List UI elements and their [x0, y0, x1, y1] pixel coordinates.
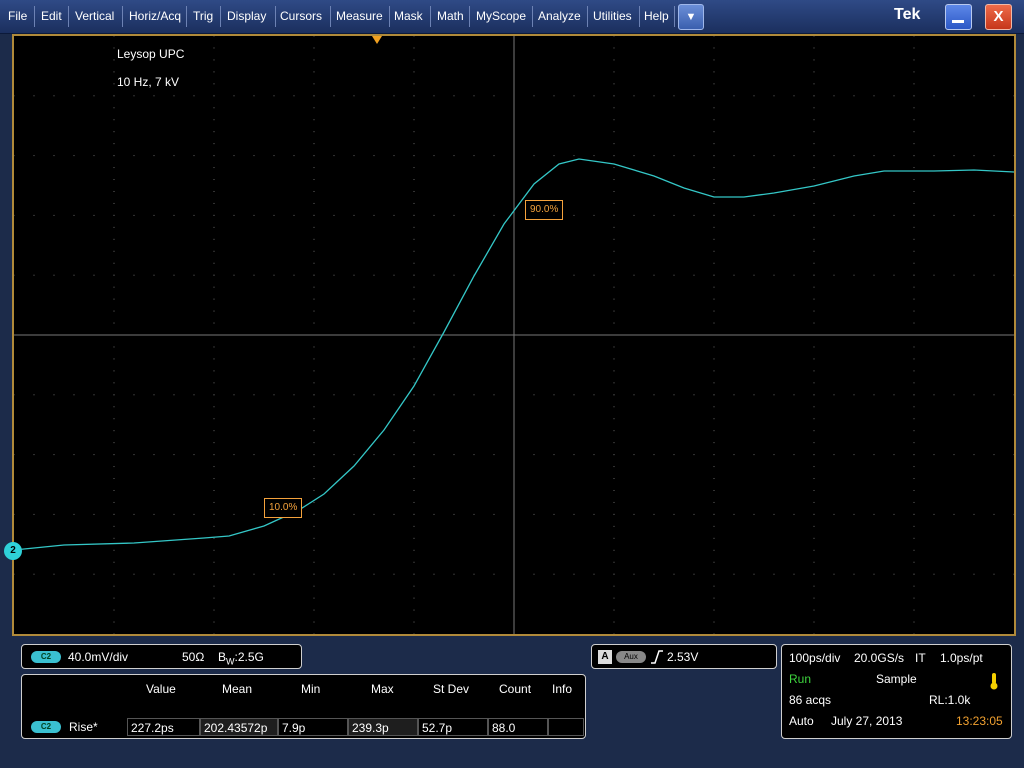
- chevron-down-icon: ▼: [685, 11, 697, 23]
- menu-separator: [186, 6, 187, 27]
- trigger-position-marker[interactable]: [372, 36, 382, 44]
- bandwidth-value: :2.5G: [234, 650, 264, 664]
- close-icon: X: [993, 8, 1004, 25]
- channel-panel[interactable]: C2 40.0mV/div 50Ω BW:2.5G: [21, 644, 302, 669]
- col-header-min: Min: [301, 682, 321, 696]
- menu-utilities[interactable]: Utilities: [588, 0, 637, 33]
- menu-bar: File Edit Vertical Horiz/Acq Trig Displa…: [0, 0, 1024, 34]
- menu-analyze[interactable]: Analyze: [533, 0, 586, 33]
- col-header-max: Max: [371, 682, 394, 696]
- trigger-source: A: [598, 650, 612, 664]
- vertical-scale: 40.0mV/div: [68, 650, 129, 664]
- rising-edge-icon: [651, 650, 663, 664]
- run-state[interactable]: Run: [789, 672, 811, 686]
- graticule-grid: [14, 36, 1014, 634]
- channel-chip[interactable]: C2: [31, 651, 61, 663]
- label-90-percent: 90.0%: [525, 200, 564, 220]
- menu-separator: [34, 6, 35, 27]
- bandwidth: BW:2.5G: [218, 650, 264, 666]
- menu-cursors[interactable]: Cursors: [275, 0, 327, 33]
- thermometer-icon: [990, 673, 998, 690]
- menu-myscope[interactable]: MyScope: [471, 0, 531, 33]
- acquisition-count: 86 acqs: [789, 693, 832, 707]
- display-subtitle: 10 Hz, 7 kV: [117, 75, 180, 89]
- measurement-stdev: 52.7p: [418, 718, 488, 736]
- minimize-button[interactable]: [945, 4, 972, 30]
- acquisition-mode: Sample: [876, 672, 917, 686]
- record-length: RL:1.0k: [929, 693, 971, 707]
- col-header-value: Value: [146, 682, 176, 696]
- menu-horiz-acq[interactable]: Horiz/Acq: [124, 0, 186, 33]
- trigger-mode: Auto: [789, 714, 814, 728]
- measurement-mean: 202.43572p: [200, 718, 278, 736]
- menu-help[interactable]: Help: [639, 0, 674, 33]
- menu-separator: [68, 6, 69, 27]
- measurement-min: 7.9p: [278, 718, 348, 736]
- menu-separator: [220, 6, 221, 27]
- acquisition-panel[interactable]: 100ps/div 20.0GS/s IT 1.0ps/pt Run Sampl…: [781, 644, 1012, 739]
- col-header-info: Info: [552, 682, 573, 696]
- menu-vertical[interactable]: Vertical: [70, 0, 119, 33]
- resolution: 1.0ps/pt: [940, 651, 983, 665]
- col-header-stdev: St Dev: [433, 682, 470, 696]
- minimize-icon: [952, 20, 964, 23]
- bandwidth-subscript: W: [226, 656, 235, 667]
- menu-file[interactable]: File: [3, 0, 32, 33]
- measurement-count: 88.0: [488, 718, 548, 736]
- termination: 50Ω: [182, 650, 205, 664]
- trigger-level: 2.53V: [667, 650, 699, 664]
- menu-trig[interactable]: Trig: [188, 0, 218, 33]
- menu-measure[interactable]: Measure: [331, 0, 388, 33]
- menu-math[interactable]: Math: [432, 0, 469, 33]
- acq-mode-it: IT: [915, 651, 926, 665]
- display-title: Leysop UPC: [117, 47, 185, 61]
- grid-major-lines: [14, 36, 1014, 634]
- measurement-name[interactable]: Rise*: [69, 720, 98, 734]
- date: July 27, 2013: [831, 714, 903, 728]
- col-header-count: Count: [499, 682, 532, 696]
- waveform-display[interactable]: Leysop UPC 10 Hz, 7 kV 2 10.0% 90.0%: [4, 34, 1016, 636]
- measurement-info: [548, 718, 584, 736]
- col-header-mean: Mean: [222, 682, 253, 696]
- menu-separator: [122, 6, 123, 27]
- sample-rate: 20.0GS/s: [854, 651, 905, 665]
- timebase: 100ps/div: [789, 651, 841, 665]
- trigger-panel[interactable]: A Aux 2.53V: [591, 644, 777, 669]
- bandwidth-prefix: B: [218, 650, 227, 664]
- label-10-percent: 10.0%: [264, 498, 303, 518]
- measurement-channel-chip[interactable]: C2: [31, 721, 61, 733]
- menu-mask[interactable]: Mask: [389, 0, 428, 33]
- menu-separator: [674, 6, 675, 27]
- measurement-panel[interactable]: Value Mean Min Max St Dev Count Info C2 …: [21, 674, 586, 739]
- brand-logo: Tek: [894, 6, 921, 23]
- menu-dropdown-button[interactable]: ▼: [678, 4, 704, 30]
- aux-chip: Aux: [616, 651, 646, 663]
- close-button[interactable]: X: [985, 4, 1012, 30]
- menu-edit[interactable]: Edit: [36, 0, 67, 33]
- channel-2-marker[interactable]: 2: [4, 542, 22, 560]
- menu-separator: [430, 6, 431, 27]
- menu-separator: [469, 6, 470, 27]
- measurement-max: 239.3p: [348, 718, 418, 736]
- measurement-value: 227.2ps: [127, 718, 200, 736]
- time: 13:23:05: [956, 714, 1003, 728]
- menu-display[interactable]: Display: [222, 0, 271, 33]
